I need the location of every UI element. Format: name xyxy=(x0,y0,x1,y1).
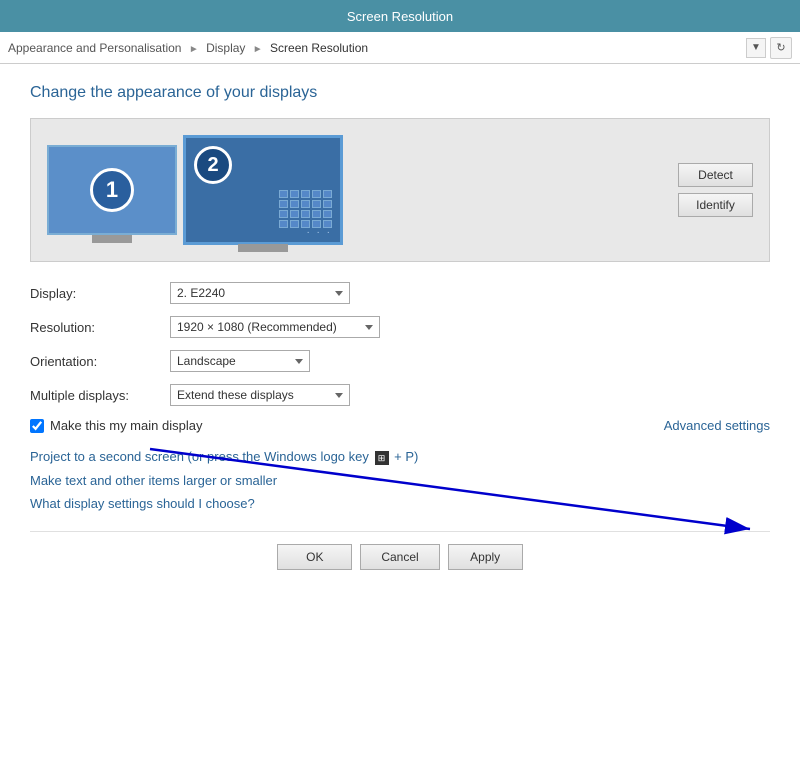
links-and-arrow-container: Project to a second screen (or press the… xyxy=(30,449,770,511)
monitor-preview-area: 1 2 · · · Detect Identify xyxy=(30,118,770,262)
resolution-select[interactable]: 1920 × 1080 (Recommended) 1280 × 1024 10… xyxy=(170,316,380,338)
page-heading: Change the appearance of your displays xyxy=(30,84,770,102)
multiple-displays-row: Multiple displays: Extend these displays… xyxy=(30,384,770,406)
cancel-button[interactable]: Cancel xyxy=(360,544,439,570)
project-link[interactable]: Project to a second screen (or press the… xyxy=(30,449,770,465)
main-display-checkbox-group: Make this my main display xyxy=(30,418,202,433)
identify-button[interactable]: Identify xyxy=(678,193,753,217)
main-display-label: Make this my main display xyxy=(50,418,202,433)
breadcrumb-appearance: Appearance and Personalisation xyxy=(8,41,181,55)
orientation-select[interactable]: Landscape Portrait Landscape (flipped) P… xyxy=(170,350,310,372)
monitor-2[interactable]: 2 · · · xyxy=(183,135,343,245)
ok-button[interactable]: OK xyxy=(277,544,352,570)
display-label: Display: xyxy=(30,286,170,301)
links-section: Project to a second screen (or press the… xyxy=(30,449,770,511)
address-dropdown-button[interactable]: ▼ xyxy=(746,38,766,58)
title-bar-text: Screen Resolution xyxy=(347,9,453,24)
display-settings-link[interactable]: What display settings should I choose? xyxy=(30,496,770,511)
resolution-row: Resolution: 1920 × 1080 (Recommended) 12… xyxy=(30,316,770,338)
monitors-container: 1 2 · · · xyxy=(47,135,678,245)
apply-button[interactable]: Apply xyxy=(448,544,523,570)
display-row: Display: 2. E2240 1. Generic Monitor xyxy=(30,282,770,304)
bottom-buttons-bar: OK Cancel Apply xyxy=(30,531,770,582)
breadcrumb-sep1: ► xyxy=(189,44,199,55)
detect-button[interactable]: Detect xyxy=(678,163,753,187)
monitor-2-dots: · · · xyxy=(306,227,332,238)
text-size-link[interactable]: Make text and other items larger or smal… xyxy=(30,473,770,488)
display-select[interactable]: 2. E2240 1. Generic Monitor xyxy=(170,282,350,304)
orientation-row: Orientation: Landscape Portrait Landscap… xyxy=(30,350,770,372)
main-display-checkbox[interactable] xyxy=(30,419,44,433)
monitor-1-number: 1 xyxy=(90,168,134,212)
detect-identify-group: Detect Identify xyxy=(678,163,753,217)
refresh-button[interactable]: ↻ xyxy=(770,37,792,59)
breadcrumb-sep2: ► xyxy=(253,44,263,55)
display-form: Display: 2. E2240 1. Generic Monitor Res… xyxy=(30,282,770,406)
main-content: Change the appearance of your displays 1… xyxy=(0,64,800,774)
multiple-displays-label: Multiple displays: xyxy=(30,388,170,403)
monitor-2-grid xyxy=(279,190,332,228)
breadcrumb-current: Screen Resolution xyxy=(270,41,368,55)
breadcrumb: Appearance and Personalisation ► Display… xyxy=(8,41,742,55)
main-display-row: Make this my main display Advanced setti… xyxy=(30,418,770,433)
address-bar: Appearance and Personalisation ► Display… xyxy=(0,32,800,64)
resolution-label: Resolution: xyxy=(30,320,170,335)
breadcrumb-display: Display xyxy=(206,41,245,55)
monitor-1[interactable]: 1 xyxy=(47,145,177,235)
monitor-2-wrapper: 2 · · · xyxy=(183,135,343,245)
orientation-label: Orientation: xyxy=(30,354,170,369)
title-bar: Screen Resolution xyxy=(0,0,800,32)
advanced-settings-link[interactable]: Advanced settings xyxy=(664,418,770,433)
monitor-2-number: 2 xyxy=(194,146,232,184)
multiple-displays-select[interactable]: Extend these displays Duplicate these di… xyxy=(170,384,350,406)
